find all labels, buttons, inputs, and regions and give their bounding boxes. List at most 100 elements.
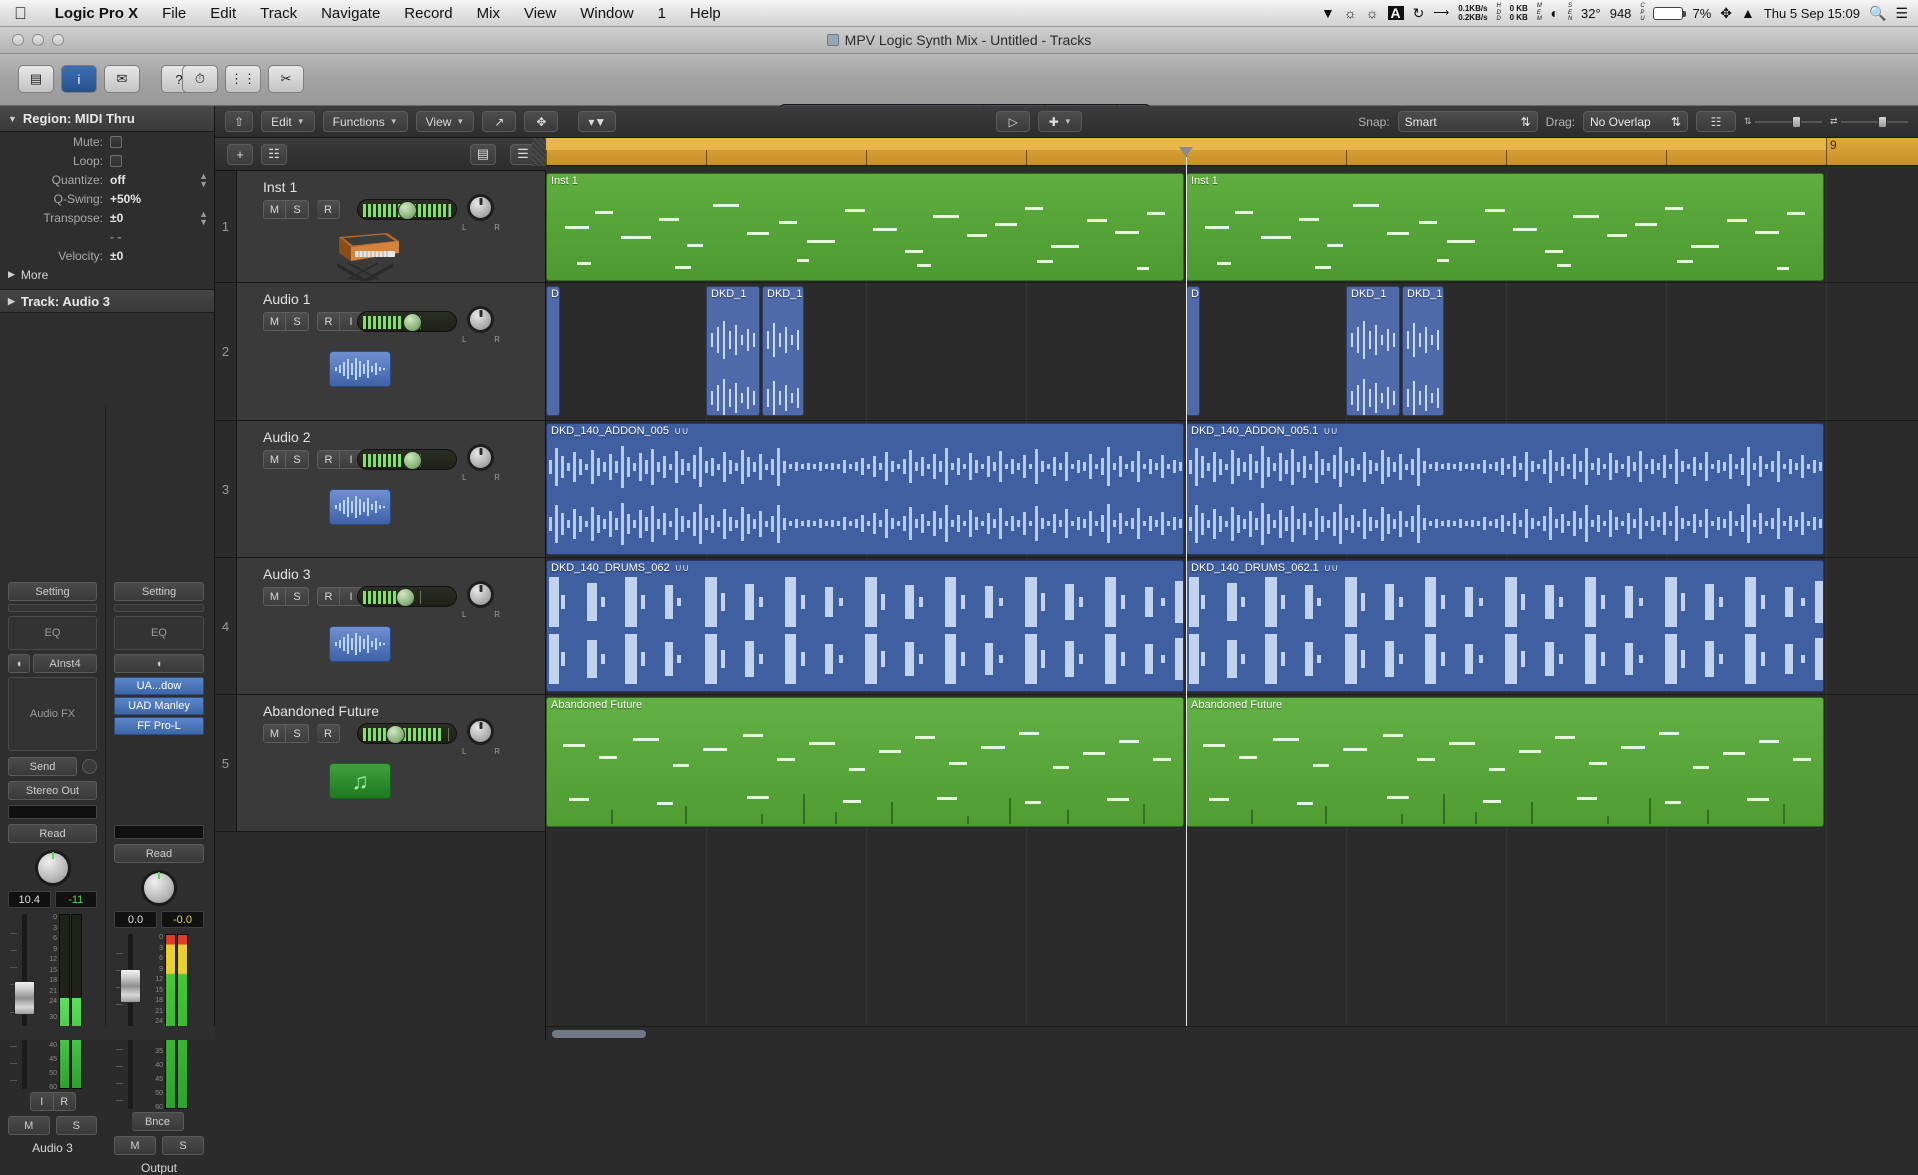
track-solo-button[interactable]: S [286, 312, 309, 331]
snap-dropdown[interactable]: Smart ⇅ [1398, 111, 1538, 132]
inspector-row-transpose[interactable]: Transpose: ±0 ▲▼ [0, 208, 214, 227]
timeline-ruler[interactable]: 1 2 3 4 5 6 7 8 9 [546, 138, 1918, 166]
metronome-icon[interactable]: ⏱ [182, 65, 218, 93]
menu-item-record[interactable]: Record [392, 5, 464, 22]
memory-pie-icon[interactable]: ◐ [1551, 6, 1559, 20]
audio-waveform-icon[interactable] [329, 626, 391, 662]
track-volume-slider[interactable] [357, 449, 457, 470]
send-slot[interactable]: Send [8, 757, 77, 776]
functions-menu-button[interactable]: Functions▼ [323, 111, 408, 132]
track-solo-button[interactable]: S [286, 450, 309, 469]
filter-icon[interactable]: ▾▼ [578, 111, 616, 132]
menu-item-navigate[interactable]: Navigate [309, 5, 392, 22]
region-lane-5[interactable]: Abandoned Future [546, 695, 1918, 832]
region-dkd-slice[interactable]: DKD_1 [706, 286, 760, 416]
edit-menu-button[interactable]: Edit▼ [261, 111, 315, 132]
track-volume-slider[interactable] [357, 723, 457, 744]
solo-button[interactable]: S [56, 1116, 98, 1135]
track-name[interactable]: Audio 1 [263, 291, 310, 307]
track-record-button[interactable]: R [317, 587, 340, 606]
region-inspector-header[interactable]: ▼ Region: MIDI Thru [0, 106, 214, 132]
waveform-zoom-icon[interactable]: ☷ [1696, 111, 1736, 132]
arrange-canvas[interactable]: Inst 1 In [546, 171, 1918, 1040]
vertical-zoom-handle[interactable] [1792, 116, 1801, 128]
volume-value[interactable]: -11 [55, 891, 98, 908]
eq-display[interactable]: EQ [8, 616, 97, 650]
chevron-down-icon[interactable]: ▼ [8, 114, 17, 124]
track-volume-handle[interactable] [396, 588, 415, 607]
drag-dropdown[interactable]: No Overlap ⇅ [1583, 111, 1688, 132]
view-menu-button[interactable]: View▼ [416, 111, 475, 132]
track-record-button[interactable]: R [317, 724, 340, 743]
output-slot[interactable]: Stereo Out [8, 781, 97, 800]
pan-knob[interactable] [141, 870, 177, 906]
menu-item-window[interactable]: Window [568, 5, 645, 22]
region-dkd-slice[interactable]: DKD_1 [546, 286, 560, 416]
automation-curve-icon[interactable]: ↗ [482, 111, 516, 132]
sliders-icon[interactable]: ⋮⋮ [225, 65, 261, 93]
menu-item-help[interactable]: Help [678, 5, 733, 22]
track-volume-handle[interactable] [386, 725, 405, 744]
text-icon[interactable]: A [1388, 6, 1404, 20]
horizontal-scrollbar[interactable] [546, 1026, 1918, 1040]
automation-mode-button[interactable]: Read [8, 824, 97, 843]
track-solo-button[interactable]: S [286, 200, 309, 219]
eq-display[interactable]: EQ [114, 616, 204, 650]
track-solo-button[interactable]: S [286, 724, 309, 743]
setting-button[interactable]: Setting [114, 582, 204, 601]
velocity-value[interactable]: ±0 [110, 249, 123, 263]
duplicate-track-button[interactable]: ☷ [261, 144, 287, 165]
transpose-stepper[interactable]: ▲▼ [199, 210, 208, 226]
quantize-stepper[interactable]: ▲▼ [199, 172, 208, 188]
vertical-zoom-slider[interactable]: ⇅ [1744, 115, 1822, 129]
hdd-usage-indicator[interactable]: 0 KB 0 KB [1510, 4, 1528, 22]
instrument-slot[interactable]: AInst4 [33, 654, 97, 673]
brightness-icon[interactable]: ☼ [1366, 6, 1379, 20]
track-pan-knob[interactable] [467, 194, 494, 221]
bounce-button[interactable]: Bnce [132, 1112, 184, 1131]
group-slot[interactable] [114, 825, 204, 839]
menu-item-logic-pro-x[interactable]: Logic Pro X [43, 5, 150, 22]
region-addon-005[interactable]: DKD_140_ADDON_005∪∪ [546, 423, 1184, 555]
track-header-audio-3[interactable]: 4 Audio 3 M S R I LR [215, 558, 545, 695]
up-arrow-icon[interactable]: ⇧ [225, 111, 253, 132]
track-record-button[interactable]: R [317, 312, 340, 331]
synth-keyboard-icon[interactable] [315, 223, 407, 281]
menu-item-edit[interactable]: Edit [198, 5, 248, 22]
inspector-more-row[interactable]: ▶ More [0, 265, 214, 284]
track-volume-handle[interactable] [398, 201, 417, 220]
add-track-button[interactable]: + [227, 144, 253, 165]
track-pan-knob[interactable] [467, 718, 494, 745]
plugin-slot[interactable]: UAD Manley [114, 697, 204, 715]
region-lane-4[interactable]: DKD_140_DRUMS_062∪∪ [546, 558, 1918, 695]
plugin-empty-space[interactable] [114, 735, 204, 779]
track-header-inst-1[interactable]: 1 Inst 1 M S R LR [215, 171, 545, 283]
menu-clock[interactable]: Thu 5 Sep 15:09 [1764, 6, 1860, 21]
bluetooth-icon[interactable]: ✥ [1720, 6, 1732, 20]
inspector-row-qswing[interactable]: Q-Swing: +50% [0, 189, 214, 208]
menu-item-mix[interactable]: Mix [465, 5, 512, 22]
battery-icon[interactable] [1653, 7, 1683, 20]
audio-waveform-icon[interactable] [329, 351, 391, 387]
brightness-icon[interactable]: ☼ [1344, 6, 1357, 20]
chevron-right-icon[interactable]: ▶ [8, 296, 15, 307]
inspector-row-quantize[interactable]: Quantize: off ▲▼ [0, 170, 214, 189]
mute-button[interactable]: M [8, 1116, 50, 1135]
track-volume-handle[interactable] [403, 451, 422, 470]
pan-knob[interactable] [35, 850, 71, 886]
crosshair-icon[interactable]: ✚▼ [1038, 111, 1082, 132]
region-dkd-slice[interactable]: DKD_1 [1186, 286, 1200, 416]
input-monitor-button[interactable]: I [30, 1092, 54, 1111]
track-pan-knob[interactable] [467, 581, 494, 608]
arrow-icon[interactable]: ⟶ [1433, 8, 1449, 19]
search-icon[interactable]: 🔍 [1869, 6, 1886, 20]
track-mute-button[interactable]: M [263, 450, 286, 469]
region-lane-3[interactable]: DKD_140_ADDON_005∪∪ [546, 421, 1918, 558]
audio-waveform-icon[interactable] [329, 489, 391, 525]
horizontal-zoom-slider[interactable]: ⇄ [1830, 115, 1908, 129]
time-machine-icon[interactable]: ↻ [1413, 6, 1425, 20]
region-dkd-slice[interactable]: DKD_1 [762, 286, 804, 416]
track-volume-slider[interactable] [357, 311, 457, 332]
track-name[interactable]: Audio 2 [263, 429, 310, 445]
volume-fader[interactable] [122, 934, 138, 1109]
